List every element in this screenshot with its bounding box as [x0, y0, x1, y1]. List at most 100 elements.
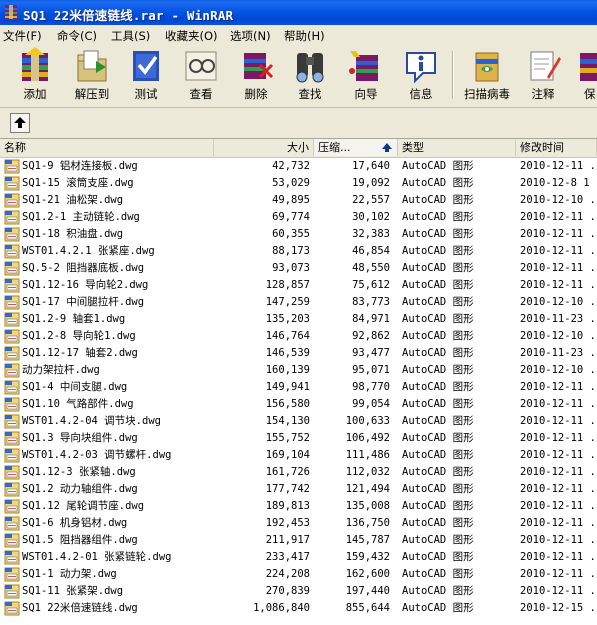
file-type: AutoCAD 图形 — [402, 381, 474, 393]
autocad-file-icon — [4, 465, 20, 480]
autocad-file-icon — [4, 363, 20, 378]
file-row[interactable]: SQ1-11 张紧架.dwg 270,839 197,440 AutoCAD 图形 20… — [0, 583, 597, 600]
file-row[interactable]: SQ1.3 导向块组件.dwg 155,752 106,492 AutoCAD 图形 2… — [0, 430, 597, 447]
winrar-app-icon[interactable] — [3, 4, 19, 20]
file-row[interactable]: SQ1.10 气路部件.dwg 156,580 99,054 AutoCAD 图形 20… — [0, 396, 597, 413]
file-name: SQ1 22米倍速链线.dwg — [22, 602, 138, 614]
find-button[interactable]: 查找 — [287, 47, 333, 104]
file-name: SQ1-4 中间支腿.dwg — [22, 381, 128, 393]
file-size: 233,417 — [265, 551, 310, 563]
file-row[interactable]: WST01.4.2-01 张紧链轮.dwg 233,417 159,432 AutoC… — [0, 549, 597, 566]
file-size: 1,086,840 — [253, 602, 310, 614]
file-row[interactable]: SQ1-9 铝材连接板.dwg 42,732 17,640 AutoCAD 图形 201… — [0, 158, 597, 175]
file-row[interactable]: SQ1-1 动力架.dwg 224,208 162,600 AutoCAD 图形 201… — [0, 566, 597, 583]
file-row[interactable]: SQ1-15 滚筒支座.dwg 53,029 19,092 AutoCAD 图形 201… — [0, 175, 597, 192]
comment-button[interactable]: 注释 — [520, 47, 566, 104]
delete-button[interactable]: 删除 — [233, 47, 279, 104]
file-modified: 2010-12-11 . — [520, 432, 596, 444]
file-row[interactable]: SQ1.2-1 主动链轮.dwg 69,774 30,102 AutoCAD 图形 20… — [0, 209, 597, 226]
file-name: SQ1-9 铝材连接板.dwg — [22, 160, 138, 172]
file-row[interactable]: SQ1.2-8 导向轮1.dwg 146,764 92,862 AutoCAD 图形 2… — [0, 328, 597, 345]
delete-label: 删除 — [244, 87, 268, 101]
file-name: SQ1-11 张紧架.dwg — [22, 585, 124, 597]
file-row[interactable]: SQ1.2 动力轴组件.dwg 177,742 121,494 AutoCAD 图形 2… — [0, 481, 597, 498]
file-packed-size: 22,557 — [352, 194, 390, 206]
wizard-button[interactable]: 向导 — [341, 47, 391, 104]
file-row[interactable]: WST01.4.2-04 调节块.dwg 154,130 100,633 AutoCA… — [0, 413, 597, 430]
file-modified: 2010-12-11 . — [520, 568, 596, 580]
file-type: AutoCAD 图形 — [402, 500, 474, 512]
file-row[interactable]: SQ1-18 积油盘.dwg 60,355 32,383 AutoCAD 图形 2010… — [0, 226, 597, 243]
view-icon — [185, 51, 217, 81]
menu-options[interactable]: 选项(N) — [230, 28, 271, 44]
file-name: SQ1-15 滚筒支座.dwg — [22, 177, 134, 189]
file-size: 128,857 — [265, 279, 310, 291]
file-row[interactable]: SQ1.12 尾轮调节座.dwg 189,813 135,008 AutoCAD 图形… — [0, 498, 597, 515]
file-row[interactable]: SQ1-21 油松架.dwg 49,895 22,557 AutoCAD 图形 2010… — [0, 192, 597, 209]
file-type: AutoCAD 图形 — [402, 483, 474, 495]
file-name: 动力架拉杆.dwg — [22, 364, 100, 376]
file-type: AutoCAD 图形 — [402, 585, 474, 597]
column-header-packed[interactable]: 压缩... — [314, 139, 398, 156]
view-button[interactable]: 查看 — [177, 47, 225, 104]
toolbar-separator — [452, 51, 454, 99]
file-size: 270,839 — [265, 585, 310, 597]
file-row[interactable]: SQ1-17 中间腿拉杆.dwg 147,259 83,773 AutoCAD 图形 2… — [0, 294, 597, 311]
file-row[interactable]: SQ1.12-17 轴套2.dwg 146,539 93,477 AutoCAD 图形… — [0, 345, 597, 362]
file-size: 149,941 — [265, 381, 310, 393]
extract-to-button[interactable]: 解压到 — [63, 47, 121, 104]
file-row[interactable]: SQ.5-2 阻挡器底板.dwg 93,073 48,550 AutoCAD 图形 20… — [0, 260, 597, 277]
file-type: AutoCAD 图形 — [402, 262, 474, 274]
file-modified: 2010-12-11 . — [520, 245, 596, 257]
file-packed-size: 100,633 — [345, 415, 390, 427]
file-row[interactable]: SQ1 22米倍速链线.dwg 1,086,840 855,644 AutoCAD 图… — [0, 600, 597, 617]
column-header-modified[interactable]: 修改时间 — [516, 139, 597, 156]
autocad-file-icon — [4, 431, 20, 446]
file-row[interactable]: SQ1-6 机身铝材.dwg 192,453 136,750 AutoCAD 图形 20… — [0, 515, 597, 532]
file-row[interactable]: WST01.4.2.1 张紧座.dwg 88,173 46,854 AutoCAD 图… — [0, 243, 597, 260]
file-row[interactable]: SQ1.12-3 张紧轴.dwg 161,726 112,032 AutoCAD 图形… — [0, 464, 597, 481]
file-type: AutoCAD 图形 — [402, 602, 474, 614]
menu-help[interactable]: 帮助(H) — [284, 28, 325, 44]
title-bar: SQ1 22米倍速链线.rar - WinRAR — [0, 0, 597, 25]
info-button[interactable]: 信息 — [398, 47, 444, 104]
file-row[interactable]: WST01.4.2-03 调节螺杆.dwg 169,104 111,486 AutoC… — [0, 447, 597, 464]
file-size: 154,130 — [265, 415, 310, 427]
file-modified: 2010-12-10 . — [520, 194, 596, 206]
virus-scan-button[interactable]: 扫描病毒 — [458, 47, 516, 104]
file-packed-size: 19,092 — [352, 177, 390, 189]
column-header-size[interactable]: 大小 — [214, 139, 314, 156]
file-type: AutoCAD 图形 — [402, 228, 474, 240]
add-button[interactable]: 添加 — [5, 47, 65, 104]
file-size: 156,580 — [265, 398, 310, 410]
menu-commands[interactable]: 命令(C) — [57, 28, 97, 44]
column-header-name[interactable]: 名称 — [0, 139, 214, 156]
file-row[interactable]: SQ1.12-16 导向轮2.dwg 128,857 75,612 AutoCAD 图… — [0, 277, 597, 294]
file-size: 155,752 — [265, 432, 310, 444]
menu-tools[interactable]: 工具(S) — [111, 28, 150, 44]
autocad-file-icon — [4, 278, 20, 293]
file-modified: 2010-12-11 . — [520, 415, 596, 427]
menu-file[interactable]: 文件(F) — [3, 28, 42, 44]
file-size: 177,742 — [265, 483, 310, 495]
file-row[interactable]: SQ1-4 中间支腿.dwg 149,941 98,770 AutoCAD 图形 201… — [0, 379, 597, 396]
protect-button[interactable]: 保 — [574, 47, 597, 104]
file-row[interactable]: SQ1.2-9 轴套1.dwg 135,203 84,971 AutoCAD 图形 20… — [0, 311, 597, 328]
file-name: WST01.4.2-03 调节螺杆.dwg — [22, 449, 172, 461]
protect-label: 保 — [584, 87, 596, 101]
autocad-file-icon — [4, 244, 20, 259]
menu-favorites[interactable]: 收藏夹(O) — [165, 28, 218, 44]
column-header-type[interactable]: 类型 — [398, 139, 516, 156]
file-name: WST01.4.2-04 调节块.dwg — [22, 415, 161, 427]
autocad-file-icon — [4, 193, 20, 208]
test-button[interactable]: 测试 — [123, 47, 169, 104]
file-name: SQ1-1 动力架.dwg — [22, 568, 117, 580]
file-modified: 2010-12-10 . — [520, 330, 596, 342]
file-size: 53,029 — [272, 177, 310, 189]
up-folder-button[interactable] — [10, 113, 30, 133]
file-packed-size: 95,071 — [352, 364, 390, 376]
file-row[interactable]: SQ1.5 阻挡器组件.dwg 211,917 145,787 AutoCAD 图形 2… — [0, 532, 597, 549]
file-packed-size: 111,486 — [345, 449, 390, 461]
file-row[interactable]: 动力架拉杆.dwg 160,139 95,071 AutoCAD 图形 2010-12-… — [0, 362, 597, 379]
file-name: SQ1-18 积油盘.dwg — [22, 228, 124, 240]
